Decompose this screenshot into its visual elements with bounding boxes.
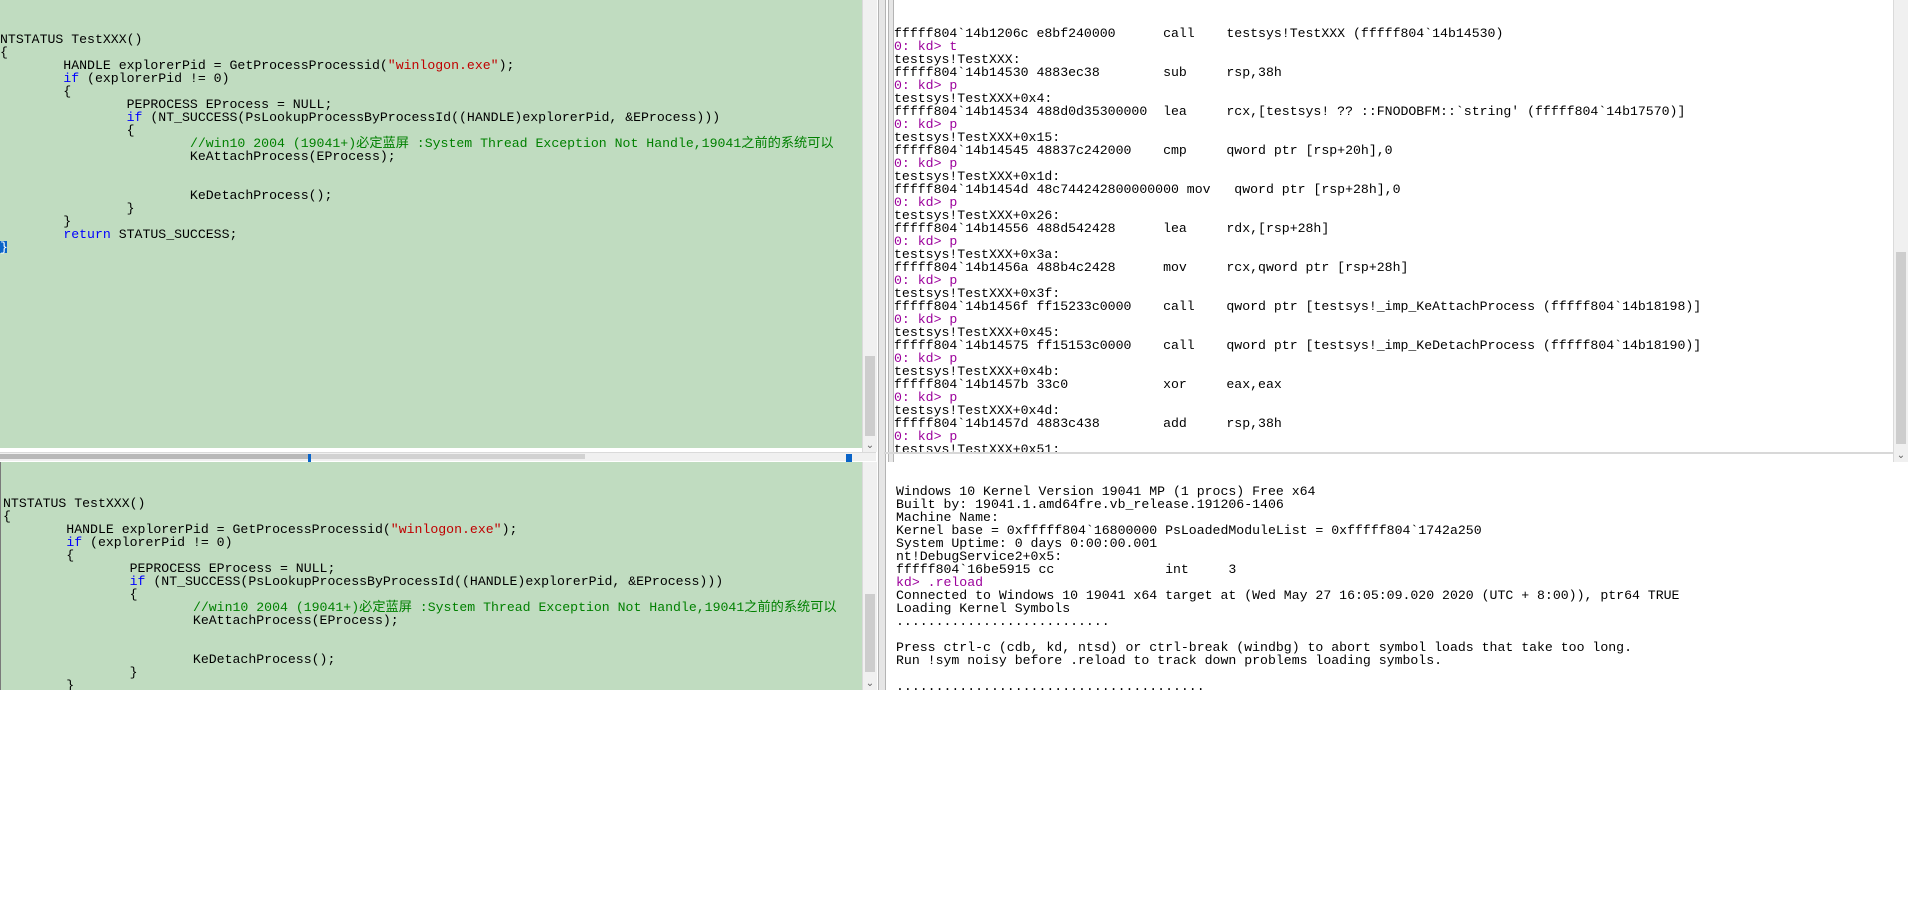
scrollbar-thumb[interactable] <box>0 454 310 459</box>
source-window-bottom[interactable]: NTSTATUS TestXXX(){ HANDLE explorerPid =… <box>0 462 863 690</box>
text-segment: Run !sym noisy before .reload to track d… <box>896 653 1443 668</box>
source-top-horizontal-scrollbar[interactable] <box>0 452 876 461</box>
text-segment: fffff804`14b14545 48837c242000 cmp qword… <box>894 143 1393 158</box>
text-segment <box>0 227 63 242</box>
text-segment: KeAttachProcess(EProcess); <box>0 149 396 164</box>
text-line: } <box>0 202 862 215</box>
text-line: fffff804`14b14556 488d542428 lea rdx,[rs… <box>894 222 1893 235</box>
text-segment: KeAttachProcess(EProcess); <box>3 613 399 628</box>
source-top-vertical-scrollbar[interactable]: ⌄ <box>862 0 877 452</box>
text-line: Run !sym noisy before .reload to track d… <box>896 654 1776 667</box>
text-segment: return <box>63 227 111 242</box>
text-line: fffff804`14b14530 4883ec38 sub rsp,38h <box>894 66 1893 79</box>
disassembly-window[interactable]: fffff804`14b1206c e8bf240000 call testsy… <box>894 0 1893 452</box>
text-line: KeAttachProcess(EProcess); <box>0 150 862 163</box>
disassembly-vertical-scrollbar[interactable]: ⌄ <box>1893 0 1908 462</box>
text-segment: NTSTATUS TestXXX() <box>3 496 146 511</box>
scrollbar-thumb-secondary <box>310 454 585 459</box>
text-line: fffff804`16be5915 cc int 3 <box>896 563 1776 576</box>
text-segment: ........................... <box>896 614 1110 629</box>
text-line: fffff804`14b1457d 4883c438 add rsp,38h <box>894 417 1893 430</box>
text-segment: STATUS_SUCCESS; <box>110 227 238 242</box>
split-marker-left <box>308 454 311 462</box>
text-line: ........................... <box>896 615 1776 628</box>
text-line: } <box>3 679 863 690</box>
text-line: } <box>3 666 863 679</box>
disassembly-text: fffff804`14b1206c e8bf240000 call testsy… <box>894 27 1893 452</box>
text-line: if (explorerPid != 0) <box>3 536 863 549</box>
text-line: NTSTATUS TestXXX() <box>0 33 862 46</box>
text-line <box>3 627 863 640</box>
command-output-window[interactable]: Windows 10 Kernel Version 19041 MP (1 pr… <box>896 459 1776 690</box>
source-window-top[interactable]: NTSTATUS TestXXX(){ HANDLE explorerPid =… <box>0 0 862 448</box>
text-cursor: } <box>0 240 8 255</box>
text-segment: ); <box>501 522 518 537</box>
command-output-text: Windows 10 Kernel Version 19041 MP (1 pr… <box>896 485 1776 690</box>
text-segment: fffff804`14b14556 488d542428 lea rdx,[rs… <box>894 221 1330 236</box>
text-segment: "winlogon.exe" <box>390 522 502 537</box>
scroll-down-arrow-icon[interactable]: ⌄ <box>863 438 877 452</box>
text-segment: ....................................... <box>896 679 1205 690</box>
text-line: testsys!TestXXX+0x51: <box>894 443 1893 452</box>
text-line: ....................................... <box>896 680 1776 690</box>
text-segment: (explorerPid != 0) <box>82 535 233 550</box>
text-line: 0: kd> t <box>894 40 1893 53</box>
text-segment: (NT_SUCCESS(PsLookupProcessByProcessId((… <box>142 110 721 125</box>
source-code-bottom: NTSTATUS TestXXX(){ HANDLE explorerPid =… <box>1 488 863 690</box>
scroll-down-arrow-icon[interactable]: ⌄ <box>1894 448 1908 462</box>
text-segment: fffff804`14b14575 ff15153c0000 call qwor… <box>894 338 1702 353</box>
source-bottom-vertical-scrollbar[interactable]: ⌄ <box>862 462 877 690</box>
text-segment: "winlogon.exe" <box>387 58 499 73</box>
scroll-down-arrow-icon[interactable]: ⌄ <box>863 676 877 690</box>
source-code-top: NTSTATUS TestXXX(){ HANDLE explorerPid =… <box>0 26 862 254</box>
text-line: return STATUS_SUCCESS; <box>0 228 862 241</box>
scrollbar-thumb[interactable] <box>1896 252 1906 444</box>
horizontal-splitter[interactable] <box>884 452 1893 454</box>
text-segment: (explorerPid != 0) <box>79 71 230 86</box>
text-segment: testsys!TestXXX+0x51: <box>894 442 1061 452</box>
text-line: fffff804`14b1457b 33c0 xor eax,eax <box>894 378 1893 391</box>
text-line <box>0 163 862 176</box>
text-segment: fffff804`14b1454d 48c744242800000000 mov… <box>894 182 1401 197</box>
text-line: fffff804`14b14545 48837c242000 cmp qword… <box>894 144 1893 157</box>
text-segment: } <box>3 678 75 690</box>
text-line: fffff804`14b14534 488d0d35300000 lea rcx… <box>894 105 1893 118</box>
text-line: fffff804`14b1456f ff15233c0000 call qwor… <box>894 300 1893 313</box>
vertical-splitter[interactable] <box>878 0 886 690</box>
text-segment: fffff804`14b14534 488d0d35300000 lea rcx… <box>894 104 1686 119</box>
text-segment: (NT_SUCCESS(PsLookupProcessByProcessId((… <box>145 574 724 589</box>
text-line: NTSTATUS TestXXX() <box>3 497 863 510</box>
text-line: fffff804`14b1456a 488b4c2428 mov rcx,qwo… <box>894 261 1893 274</box>
text-segment: fffff804`14b1206c e8bf240000 call testsy… <box>894 26 1504 41</box>
text-line: } <box>0 241 862 254</box>
scrollbar-thumb[interactable] <box>865 356 875 436</box>
text-line: if (explorerPid != 0) <box>0 72 862 85</box>
text-line: fffff804`14b1454d 48c744242800000000 mov… <box>894 183 1893 196</box>
text-line: fffff804`14b1206c e8bf240000 call testsy… <box>894 27 1893 40</box>
text-line: Built by: 19041.1.amd64fre.vb_release.19… <box>896 498 1776 511</box>
text-segment: ); <box>498 58 515 73</box>
text-segment: NTSTATUS TestXXX() <box>0 32 143 47</box>
text-segment: fffff804`14b1456a 488b4c2428 mov rcx,qwo… <box>894 260 1409 275</box>
text-line: fffff804`14b14575 ff15153c0000 call qwor… <box>894 339 1893 352</box>
text-line: KeAttachProcess(EProcess); <box>3 614 863 627</box>
text-segment: fffff804`14b1456f ff15233c0000 call qwor… <box>894 299 1702 314</box>
scrollbar-thumb[interactable] <box>865 594 875 672</box>
split-marker-right <box>846 454 852 462</box>
